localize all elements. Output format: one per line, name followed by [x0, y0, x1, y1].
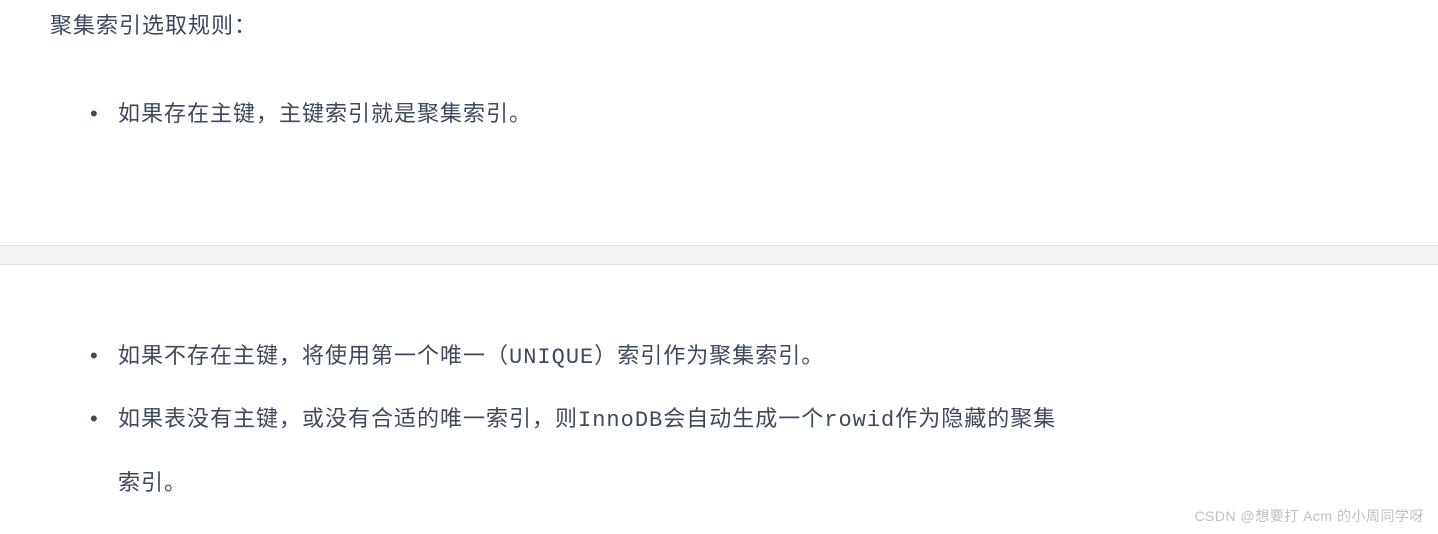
section-bottom: 如果不存在主键，将使用第一个唯一（UNIQUE）索引作为聚集索引。 如果表没有主…: [0, 265, 1438, 534]
bullet-list-top: 如果存在主键，主键索引就是聚集索引。: [50, 83, 1388, 145]
text-span: 会自动生成一个: [663, 406, 824, 431]
heading-text: 聚集索引选取规则：: [50, 8, 1388, 43]
watermark: CSDN @想要打 Acm 的小周同学呀: [1194, 506, 1424, 526]
code-text: InnoDB: [578, 408, 663, 433]
text-span: ）索引作为聚集索引。: [594, 343, 824, 368]
section-divider: [0, 245, 1438, 265]
text-span: 如果表没有主键，或没有合适的唯一索引，则: [118, 406, 578, 431]
section-top: 聚集索引选取规则： 如果存在主键，主键索引就是聚集索引。: [0, 0, 1438, 245]
code-text: rowid: [824, 408, 895, 433]
bullet-list-bottom: 如果不存在主键，将使用第一个唯一（UNIQUE）索引作为聚集索引。 如果表没有主…: [50, 325, 1388, 514]
list-item: 如果不存在主键，将使用第一个唯一（UNIQUE）索引作为聚集索引。: [90, 325, 1070, 389]
list-item: 如果存在主键，主键索引就是聚集索引。: [90, 83, 1070, 145]
text-span: 如果不存在主键，将使用第一个唯一（: [118, 343, 509, 368]
code-text: UNIQUE: [509, 345, 594, 370]
list-item: 如果表没有主键，或没有合适的唯一索引，则InnoDB会自动生成一个rowid作为…: [90, 388, 1070, 513]
